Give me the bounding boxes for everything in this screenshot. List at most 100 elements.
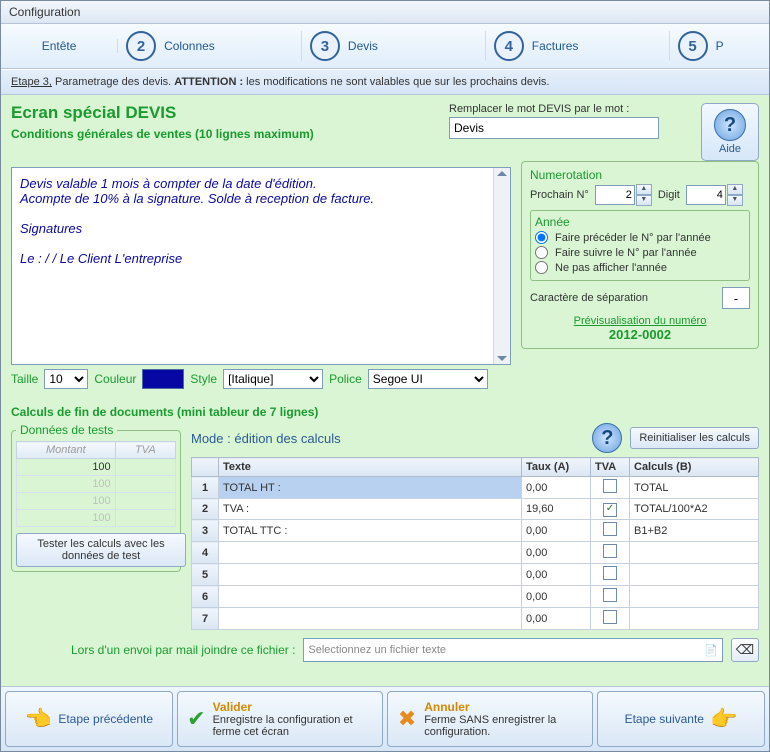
checkbox-icon[interactable] bbox=[603, 610, 617, 624]
digit-input[interactable] bbox=[686, 185, 726, 205]
test-cell[interactable]: 100 bbox=[17, 459, 116, 476]
checkbox-icon[interactable] bbox=[603, 479, 617, 493]
row-header: 2 bbox=[192, 499, 219, 520]
conditions-title: Conditions générales de ventes (10 ligne… bbox=[11, 127, 437, 141]
calculs-grid[interactable]: Texte Taux (A) TVA Calculs (B) 1TOTAL HT… bbox=[191, 457, 759, 630]
prochain-spinner[interactable]: ▲▼ bbox=[595, 184, 652, 206]
tests-grid[interactable]: MontantTVA 100 100 100 100 bbox=[16, 441, 176, 527]
prochain-label: Prochain N° bbox=[530, 189, 589, 201]
checkbox-icon[interactable] bbox=[603, 566, 617, 580]
tva-cell[interactable] bbox=[591, 542, 630, 564]
conditions-textarea[interactable]: Devis valable 1 mois à compter de la dat… bbox=[11, 167, 511, 365]
tva-cell[interactable] bbox=[591, 520, 630, 542]
calcul-cell[interactable] bbox=[630, 586, 759, 608]
police-select[interactable]: Segoe UI bbox=[368, 369, 488, 389]
test-cell[interactable]: 100 bbox=[17, 493, 116, 510]
wizard-step-colonnes[interactable]: 2Colonnes bbox=[118, 31, 302, 61]
checkbox-icon[interactable] bbox=[603, 588, 617, 602]
calcul-cell[interactable] bbox=[630, 542, 759, 564]
test-cell[interactable] bbox=[115, 510, 175, 527]
test-cell[interactable] bbox=[115, 459, 175, 476]
valider-button[interactable]: ✔ ValiderEnregistre la configuration et … bbox=[177, 691, 383, 747]
tva-cell[interactable] bbox=[591, 608, 630, 630]
annuler-button[interactable]: ✖ AnnulerFerme SANS enregistrer la confi… bbox=[387, 691, 593, 747]
reset-calculs-button[interactable]: Reinitialiser les calculs bbox=[630, 427, 759, 449]
taux-cell[interactable]: 0,00 bbox=[522, 520, 591, 542]
texte-cell[interactable] bbox=[219, 586, 522, 608]
wizard-step-factures[interactable]: 4Factures bbox=[486, 31, 670, 61]
wizard-step-devis[interactable]: 3Devis bbox=[302, 31, 486, 61]
texte-cell[interactable] bbox=[219, 564, 522, 586]
window-title: Configuration bbox=[1, 1, 769, 24]
spin-down-icon[interactable]: ▼ bbox=[727, 195, 743, 206]
calcul-cell[interactable]: TOTAL bbox=[630, 477, 759, 499]
row-header: 5 bbox=[192, 564, 219, 586]
texte-cell[interactable] bbox=[219, 608, 522, 630]
browse-icon[interactable]: 📄 bbox=[704, 644, 718, 657]
erase-file-button[interactable]: ⌫ bbox=[731, 638, 759, 662]
taux-cell[interactable]: 0,00 bbox=[522, 586, 591, 608]
help-label: Aide bbox=[719, 143, 741, 155]
wizard-step-label: Colonnes bbox=[164, 39, 215, 53]
sep-input[interactable] bbox=[722, 287, 750, 309]
calc-help-icon[interactable]: ? bbox=[592, 423, 622, 453]
row-header: 7 bbox=[192, 608, 219, 630]
annee-opt1-radio[interactable] bbox=[535, 231, 548, 244]
checkbox-icon[interactable]: ✓ bbox=[603, 503, 617, 517]
spin-up-icon[interactable]: ▲ bbox=[636, 184, 652, 195]
cancel-icon: ✖ bbox=[396, 705, 418, 733]
step-circle-icon: 4 bbox=[494, 31, 524, 61]
style-select[interactable]: [Italique] bbox=[223, 369, 323, 389]
numerotation-legend: Numerotation bbox=[530, 168, 750, 182]
step-circle-icon: 3 bbox=[310, 31, 340, 61]
eraser-icon: ⌫ bbox=[736, 642, 754, 658]
annee-opt3-radio[interactable] bbox=[535, 261, 548, 274]
taux-cell[interactable]: 0,00 bbox=[522, 608, 591, 630]
texte-cell[interactable]: TOTAL HT : bbox=[219, 477, 522, 499]
checkbox-icon[interactable] bbox=[603, 522, 617, 536]
prochain-input[interactable] bbox=[595, 185, 635, 205]
test-cell[interactable] bbox=[115, 476, 175, 493]
calcul-cell[interactable]: TOTAL/100*A2 bbox=[630, 499, 759, 520]
preview-link[interactable]: Prévisualisation du numéro bbox=[530, 315, 750, 327]
wizard-step-next[interactable]: 5P bbox=[670, 31, 769, 61]
texte-cell[interactable]: TOTAL TTC : bbox=[219, 520, 522, 542]
wizard-step-entete[interactable]: Entête bbox=[1, 39, 118, 53]
taille-select[interactable]: 10 bbox=[44, 369, 88, 389]
test-calculs-button[interactable]: Tester les calculs avec les données de t… bbox=[16, 533, 186, 567]
test-cell[interactable]: 100 bbox=[17, 476, 116, 493]
texte-cell[interactable]: TVA : bbox=[219, 499, 522, 520]
taux-cell[interactable]: 0,00 bbox=[522, 477, 591, 499]
digit-spinner[interactable]: ▲▼ bbox=[686, 184, 743, 206]
col-texte: Texte bbox=[219, 458, 522, 477]
calcul-cell[interactable]: B1+B2 bbox=[630, 520, 759, 542]
calcul-cell[interactable] bbox=[630, 564, 759, 586]
taux-cell[interactable]: 19,60 bbox=[522, 499, 591, 520]
taux-cell[interactable]: 0,00 bbox=[522, 564, 591, 586]
texte-cell[interactable] bbox=[219, 542, 522, 564]
checkbox-icon[interactable] bbox=[603, 544, 617, 558]
digit-label: Digit bbox=[658, 189, 680, 201]
test-cell[interactable]: 100 bbox=[17, 510, 116, 527]
mail-label: Lors d'un envoi par mail joindre ce fich… bbox=[11, 643, 295, 657]
annee-opt1-label: Faire précéder le N° par l'année bbox=[555, 232, 711, 244]
spin-up-icon[interactable]: ▲ bbox=[727, 184, 743, 195]
tva-cell[interactable] bbox=[591, 477, 630, 499]
mail-file-input[interactable]: Selectionnez un fichier texte 📄 bbox=[303, 638, 723, 662]
scrollbar[interactable] bbox=[493, 168, 510, 364]
tva-cell[interactable] bbox=[591, 586, 630, 608]
calcul-cell[interactable] bbox=[630, 608, 759, 630]
replace-devis-input[interactable] bbox=[449, 117, 659, 139]
spin-down-icon[interactable]: ▼ bbox=[636, 195, 652, 206]
test-cell[interactable] bbox=[115, 493, 175, 510]
tva-cell[interactable]: ✓ bbox=[591, 499, 630, 520]
taux-cell[interactable]: 0,00 bbox=[522, 542, 591, 564]
prev-step-button[interactable]: 👈 Etape précédente bbox=[5, 691, 173, 747]
help-button[interactable]: ? Aide bbox=[701, 103, 759, 161]
annee-opt2-radio[interactable] bbox=[535, 246, 548, 259]
couleur-swatch[interactable] bbox=[142, 369, 184, 389]
tva-cell[interactable] bbox=[591, 564, 630, 586]
next-step-button[interactable]: Etape suivante 👉 bbox=[597, 691, 765, 747]
attention-bar: Etape 3, Parametrage des devis. ATTENTIO… bbox=[1, 69, 769, 95]
annee-legend: Année bbox=[535, 215, 745, 229]
